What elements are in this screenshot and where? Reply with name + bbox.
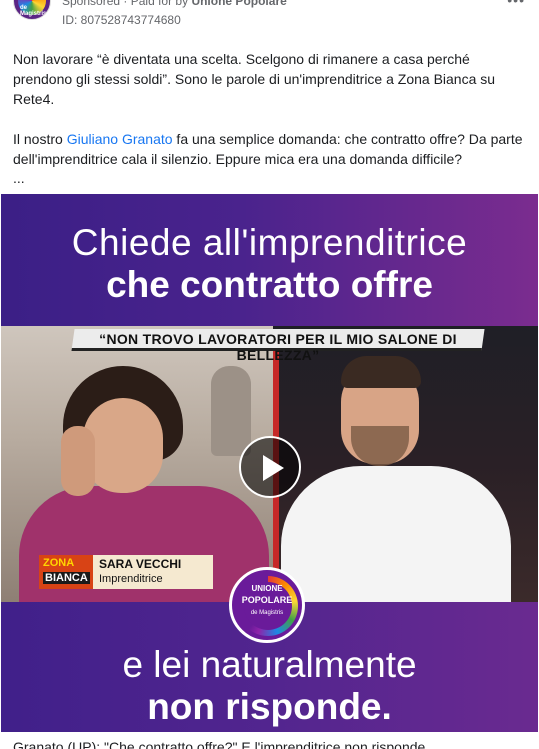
paid-by-text: · Paid for by xyxy=(123,0,189,8)
video-bottom-line-1: e lei naturalmente xyxy=(122,644,417,685)
post-paragraph-2: Il nostro Giuliano Granato fa una sempli… xyxy=(13,129,527,169)
quote-banner: “NON TROVO LAVORATORI PER IL MIO SALONE … xyxy=(99,331,457,363)
more-options-icon[interactable]: ••• xyxy=(507,0,525,8)
video-caption: Granato (UP): "Che contratto offre?" E l… xyxy=(13,739,426,749)
see-more-ellipsis[interactable]: ... xyxy=(13,170,25,186)
logo-text-2: POPOLARE xyxy=(241,595,293,605)
guest-name-box: SARA VECCHI Imprenditrice xyxy=(93,555,213,589)
logo-text-1: UNIONE xyxy=(251,584,283,593)
paragraph-2-start: Il nostro xyxy=(13,131,67,147)
library-id: ID: 807528743774680 xyxy=(62,13,181,27)
unione-popolare-logo: UNIONE POPOLARE de Magistris xyxy=(229,567,305,643)
man-figure-body xyxy=(281,466,511,602)
ad-header: de Magistris Sponsored · Paid for by Uni… xyxy=(0,0,539,34)
advertiser-name[interactable]: Unione Popolare xyxy=(191,0,286,8)
video-title-line-2: che contratto offre xyxy=(106,264,433,305)
video-bottom-line-2: non risponde. xyxy=(147,686,392,727)
post-text: Non lavorare “è diventata una scelta. Sc… xyxy=(13,49,527,189)
play-icon xyxy=(263,455,284,481)
logo-text-3: de Magistris xyxy=(250,610,284,616)
giuliano-granato-link[interactable]: Giuliano Granato xyxy=(67,131,173,147)
sponsor-line: Sponsored · Paid for by Unione Popolare xyxy=(62,0,287,8)
avatar-logo-text: de Magistris xyxy=(20,5,47,17)
guest-role: Imprenditrice xyxy=(99,573,163,585)
sponsored-label: Sponsored xyxy=(62,0,121,8)
video-top-band: Chiede all'imprenditrice che contratto o… xyxy=(1,194,538,326)
play-button[interactable] xyxy=(239,436,301,498)
video-player[interactable]: Chiede all'imprenditrice che contratto o… xyxy=(1,194,538,732)
video-title-line-1: Chiede all'imprenditrice xyxy=(71,222,468,263)
woman-figure-hand xyxy=(61,426,95,496)
statue-figure xyxy=(211,366,251,456)
advertiser-avatar[interactable]: de Magistris xyxy=(13,0,51,20)
woman-figure-face xyxy=(83,398,163,493)
post-paragraph-1: Non lavorare “è diventata una scelta. Sc… xyxy=(13,51,496,107)
show-name-line-2: BIANCA xyxy=(43,572,90,584)
show-logo: ZONA BIANCA xyxy=(39,555,93,589)
guest-name: SARA VECCHI xyxy=(99,557,182,571)
show-name-line-1: ZONA xyxy=(43,557,75,569)
